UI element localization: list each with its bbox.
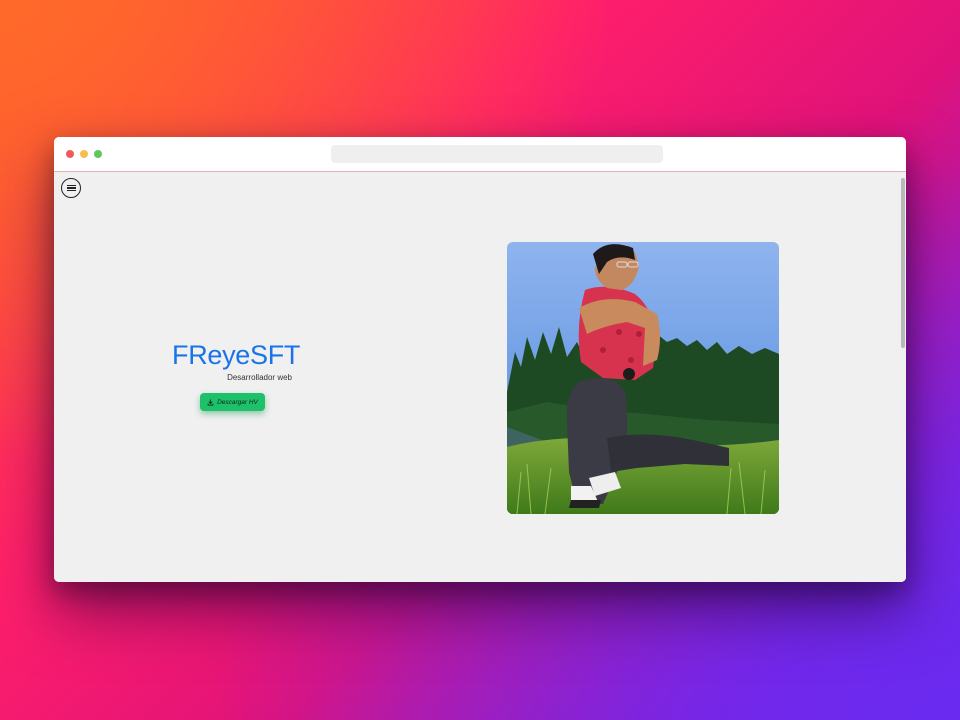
page-title: FReyeSFT [172, 340, 301, 370]
maximize-window-button[interactable] [94, 150, 102, 158]
scrollbar-thumb[interactable] [901, 178, 905, 348]
download-cv-button[interactable]: Descargar HV [200, 393, 265, 411]
page-viewport: FReyeSFT Desarrollador web Descargar HV [54, 172, 906, 582]
minimize-window-button[interactable] [80, 150, 88, 158]
page-scrollbar[interactable] [900, 172, 906, 582]
close-window-button[interactable] [66, 150, 74, 158]
profile-photo [507, 242, 779, 514]
browser-titlebar [54, 137, 906, 172]
download-cv-label: Descargar HV [217, 398, 258, 406]
address-bar[interactable] [331, 145, 663, 163]
page-subtitle: Desarrollador web [227, 373, 292, 382]
download-icon [207, 398, 214, 405]
hamburger-menu-icon[interactable] [61, 178, 81, 198]
browser-window: FReyeSFT Desarrollador web Descargar HV [54, 137, 906, 582]
